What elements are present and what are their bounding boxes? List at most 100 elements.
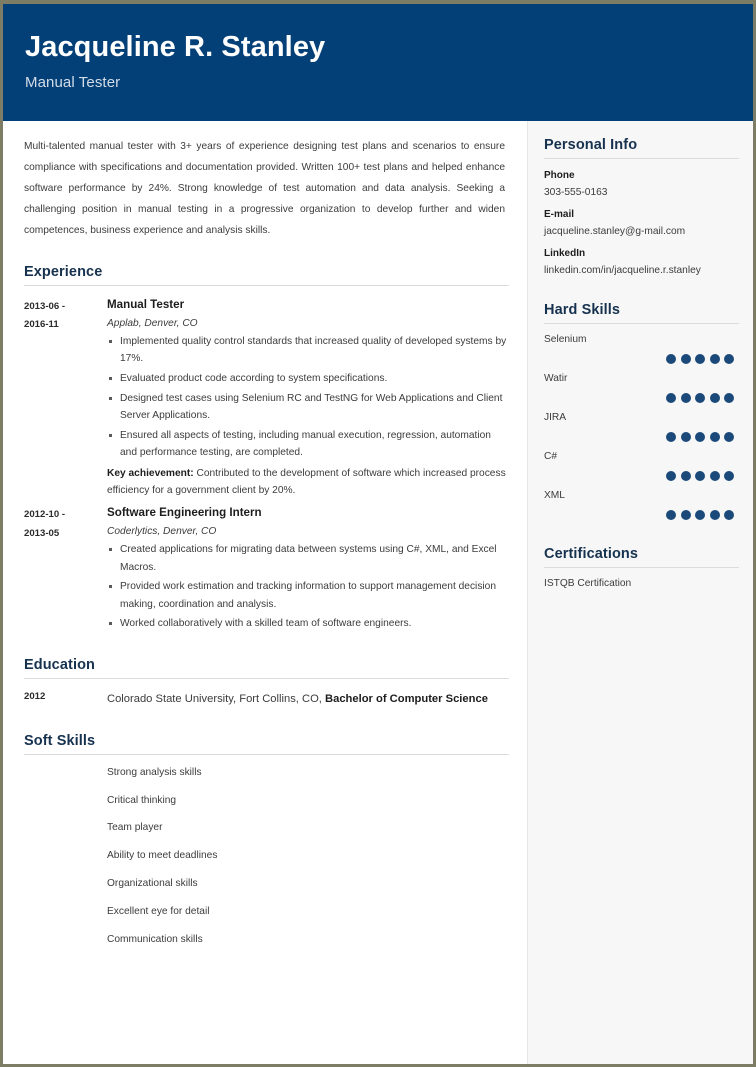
rating-dot-filled <box>695 393 705 403</box>
certifications-divider <box>544 567 739 568</box>
soft-skills-list: Strong analysis skills Critical thinking T… <box>24 765 509 947</box>
personal-info-label: LinkedIn <box>544 248 586 259</box>
personal-info-list: Phone 303-555-0163 E-mail jacqueline.stanle… <box>544 170 739 276</box>
experience-bullet: Provided work estimation and tracking in… <box>107 578 509 613</box>
hard-skill-rating <box>544 354 739 364</box>
candidate-name: Jacqueline R. Stanley <box>25 31 326 63</box>
soft-skill-item: Critical thinking <box>107 794 177 806</box>
hard-skill-rating <box>544 393 739 403</box>
experience-date-range: 2013-06 - 2016-11 <box>24 296 107 500</box>
hard-skill-entry: C# <box>544 451 739 481</box>
rating-dot-filled <box>709 510 720 520</box>
hard-skill-rating <box>544 510 739 520</box>
certifications-list: ISTQB Certification <box>544 578 739 589</box>
rating-dot-filled <box>724 354 734 364</box>
personal-info-heading: Personal Info <box>544 137 638 153</box>
experience-entry: 2012-10 - 2013-05 Software Engineering Int… <box>24 504 509 635</box>
education-list: 2012 Colorado State University, Fort Coll… <box>24 689 509 711</box>
rating-dot-filled <box>680 471 691 481</box>
rating-dot-filled <box>680 354 691 364</box>
experience-details: Manual Tester Applab, Denver, CO Implement… <box>107 296 509 500</box>
experience-date-from: 2012-10 - <box>24 508 66 520</box>
rating-dot-filled <box>680 432 691 442</box>
experience-job-title: Software Engineering Intern <box>107 505 262 519</box>
personal-info-label: Phone <box>544 170 575 181</box>
rating-dot-filled <box>709 432 720 442</box>
experience-date-from: 2013-06 - <box>24 300 66 312</box>
rating-dot-filled <box>709 354 720 364</box>
hard-skill-entry: XML <box>544 490 739 520</box>
experience-bullet: Created applications for migrating data … <box>107 541 509 576</box>
experience-bullet: Implemented quality control standards th… <box>107 333 509 368</box>
rating-dot-filled <box>680 393 691 403</box>
hard-skill-name: C# <box>544 451 558 462</box>
rating-dot-filled <box>680 510 691 520</box>
hard-skill-name: Watir <box>544 373 568 384</box>
rating-dot-filled <box>695 471 705 481</box>
experience-job-title: Manual Tester <box>107 297 185 311</box>
personal-info-value[interactable]: 303-555-0163 <box>544 187 739 198</box>
experience-date-range: 2012-10 - 2013-05 <box>24 504 107 635</box>
personal-info-divider <box>544 158 739 159</box>
education-details: Colorado State University, Fort Collins,… <box>107 689 509 711</box>
key-achievement: Key achievement: Contributed to the deve… <box>107 465 509 500</box>
rating-dot-filled <box>724 471 734 481</box>
soft-skill-item: Team player <box>107 822 163 834</box>
soft-skill-item: Communication skills <box>107 933 203 945</box>
hard-skill-name: Selenium <box>544 334 587 345</box>
experience-entry: 2013-06 - 2016-11 Manual Tester Applab, Den… <box>24 296 509 500</box>
education-entry: 2012 Colorado State University, Fort Coll… <box>24 689 509 711</box>
personal-info-value[interactable]: linkedin.com/in/jacqueline.r.stanley <box>544 265 739 276</box>
rating-dot-filled <box>666 354 676 364</box>
experience-bullet: Worked collaboratively with a skilled te… <box>107 615 509 633</box>
experience-bullet-list: Created applications for migrating data … <box>107 541 509 633</box>
education-school: Colorado State University, Fort Collins,… <box>107 692 326 705</box>
candidate-job-title: Manual Tester <box>25 74 121 92</box>
sidebar-column: Personal Info Phone 303-555-0163 E-mail jac… <box>527 121 753 1064</box>
education-year: 2012 <box>24 690 46 702</box>
personal-info-value[interactable]: jacqueline.stanley@g-mail.com <box>544 226 739 237</box>
rating-dot-filled <box>695 432 705 442</box>
experience-divider <box>24 284 509 286</box>
main-column: Multi-talented manual tester with 3+ yea… <box>3 121 527 1064</box>
soft-skills-heading: Soft Skills <box>24 732 96 749</box>
hard-skill-rating <box>544 471 739 481</box>
experience-date-to: 2016-11 <box>24 319 59 331</box>
certifications-heading: Certifications <box>544 546 639 562</box>
experience-date-to: 2013-05 <box>24 527 60 539</box>
soft-skill-item: Organizational skills <box>107 878 198 889</box>
soft-skills-divider <box>24 753 509 755</box>
rating-dot-filled <box>695 354 705 364</box>
professional-summary: Multi-talented manual tester with 3+ yea… <box>24 141 505 236</box>
personal-info-label: E-mail <box>544 209 575 220</box>
experience-details: Software Engineering Intern Coderlytics, … <box>107 504 509 635</box>
resume-header: Jacqueline R. Stanley Manual Tester <box>3 4 753 121</box>
hard-skill-name: XML <box>544 490 565 501</box>
hard-skills-divider <box>544 323 739 324</box>
education-heading: Education <box>24 656 95 673</box>
experience-bullet: Ensured all aspects of testing, includin… <box>107 427 509 462</box>
hard-skill-name: JIRA <box>544 412 567 423</box>
experience-bullet: Evaluated product code according to syst… <box>107 370 509 388</box>
rating-dot-filled <box>666 471 676 481</box>
experience-list: 2013-06 - 2016-11 Manual Tester Applab, Den… <box>24 296 509 635</box>
resume-body: Multi-talented manual tester with 3+ yea… <box>3 121 753 1064</box>
rating-dot-filled <box>666 432 676 442</box>
soft-skill-item: Strong analysis skills <box>107 766 202 778</box>
certification-item: ISTQB Certification <box>544 578 632 589</box>
hard-skill-entry: Selenium <box>544 334 739 364</box>
rating-dot-filled <box>695 510 705 520</box>
experience-bullet: Designed test cases using Selenium RC an… <box>107 390 509 425</box>
rating-dot-filled <box>724 393 734 403</box>
hard-skill-entry: JIRA <box>544 412 739 442</box>
experience-company: Coderlytics, Denver, CO <box>107 526 217 538</box>
rating-dot-filled <box>709 393 720 403</box>
experience-heading: Experience <box>24 263 103 280</box>
experience-bullet-list: Implemented quality control standards th… <box>107 333 509 462</box>
education-divider <box>24 677 509 679</box>
hard-skill-rating <box>544 432 739 442</box>
experience-company: Applab, Denver, CO <box>107 317 198 329</box>
rating-dot-filled <box>666 510 676 520</box>
education-degree: Bachelor of Computer Science <box>325 692 488 705</box>
rating-dot-filled <box>724 432 734 442</box>
